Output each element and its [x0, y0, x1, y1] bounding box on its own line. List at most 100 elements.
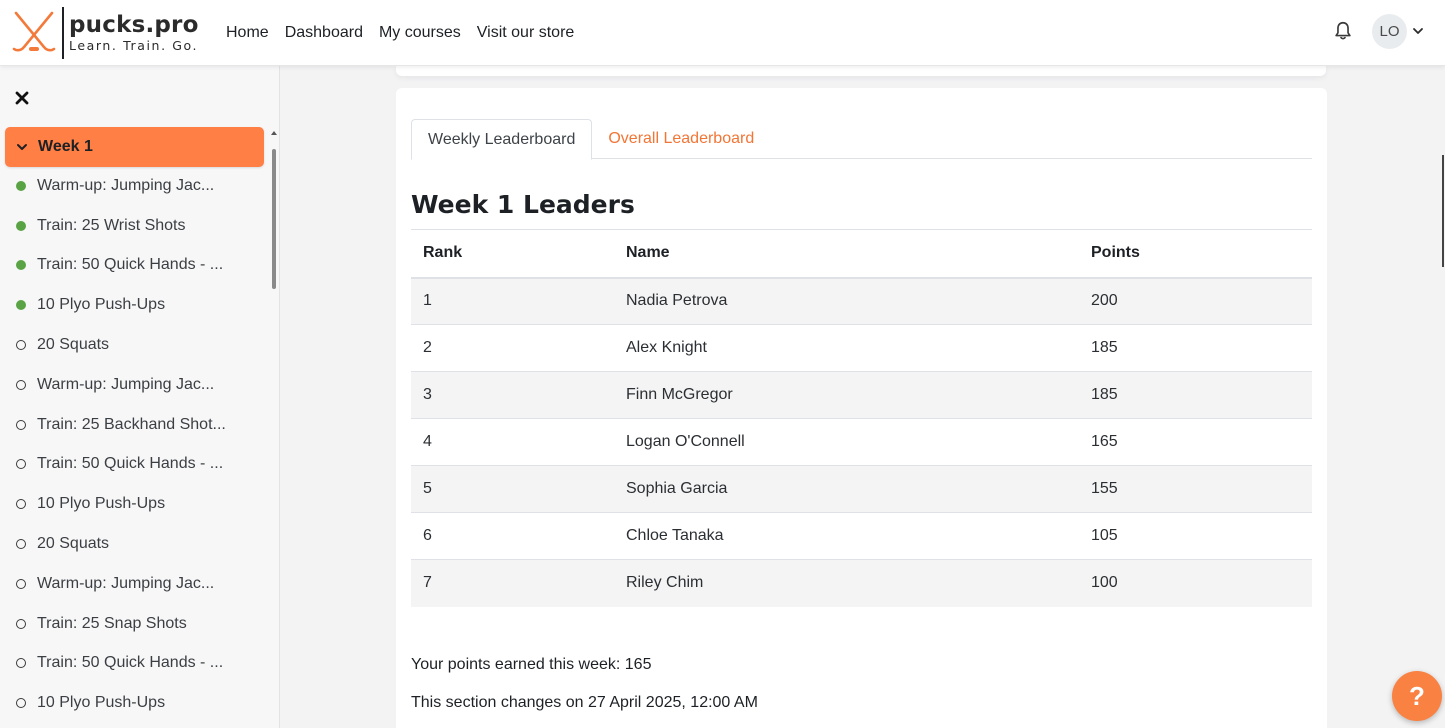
points-cell: 100 — [1079, 559, 1312, 607]
activity-item[interactable]: 10 Plyo Push-Ups — [0, 683, 268, 723]
points-cell: 105 — [1079, 512, 1312, 560]
leaderboard-card: Weekly Leaderboard Overall Leaderboard W… — [396, 88, 1327, 728]
section-changes-text: This section changes on 27 April 2025, 1… — [411, 694, 758, 711]
name-cell: Alex Knight — [614, 324, 1079, 372]
user-avatar[interactable]: LO — [1372, 14, 1407, 49]
nav-visit-store[interactable]: Visit our store — [469, 24, 583, 42]
table-row: 2 Alex Knight 185 — [411, 324, 1312, 372]
page-title: Week 1 Leaders — [411, 190, 635, 219]
activity-label: Warm-up: Jumping Jac... — [37, 176, 215, 194]
name-cell: Logan O'Connell — [614, 418, 1079, 466]
brand-tagline: Learn. Train. Go. — [69, 38, 199, 53]
incomplete-circle-icon — [16, 658, 26, 669]
completed-dot-icon — [16, 220, 26, 231]
rank-cell: 2 — [411, 324, 614, 372]
name-cell: Sophia Garcia — [614, 465, 1079, 513]
activity-label: Train: 25 Snap Shots — [37, 614, 187, 632]
course-index-drawer: Week 1 Warm-up: Jumping Jac... Train: 25… — [0, 66, 280, 728]
page-header-strip — [396, 66, 1326, 76]
table-row: 1 Nadia Petrova 200 — [411, 277, 1312, 325]
nav-home[interactable]: Home — [218, 24, 277, 42]
scroll-up-arrow-icon[interactable] — [270, 129, 278, 137]
activity-label: Train: 50 Quick Hands - ... — [37, 654, 224, 672]
points-cell: 200 — [1079, 277, 1312, 325]
activity-label: 20 Squats — [37, 336, 110, 354]
activity-item[interactable]: 20 Squats — [0, 325, 268, 365]
table-row: 6 Chloe Tanaka 105 — [411, 512, 1312, 560]
activity-label: Warm-up: Jumping Jac... — [37, 375, 215, 393]
completed-dot-icon — [16, 300, 26, 311]
points-earned-text: Your points earned this week: 165 — [411, 656, 652, 673]
incomplete-circle-icon — [16, 419, 26, 430]
activity-item[interactable]: 20 Squats — [0, 524, 268, 564]
activity-item[interactable]: Train: 25 Backhand Shot... — [0, 405, 268, 445]
nav-dashboard[interactable]: Dashboard — [277, 24, 371, 42]
activity-item[interactable]: Train: 50 Quick Hands - ... — [0, 246, 268, 286]
rank-cell: 7 — [411, 559, 614, 607]
activity-label: 10 Plyo Push-Ups — [37, 495, 166, 513]
primary-nav: Home Dashboard My courses Visit our stor… — [218, 0, 582, 66]
activity-label: Train: 50 Quick Hands - ... — [37, 455, 224, 473]
rank-cell: 3 — [411, 371, 614, 419]
brand-name: pucks.pro — [69, 12, 199, 38]
activity-item[interactable]: Train: 50 Quick Hands - ... — [0, 644, 268, 684]
points-cell: 155 — [1079, 465, 1312, 513]
close-icon[interactable] — [14, 90, 30, 106]
points-cell: 185 — [1079, 324, 1312, 372]
table-row: 5 Sophia Garcia 155 — [411, 465, 1312, 513]
activity-item[interactable]: Train: 25 Snap Shots — [0, 604, 268, 644]
table-row: 7 Riley Chim 100 — [411, 559, 1312, 607]
tab-overall-leaderboard[interactable]: Overall Leaderboard — [592, 119, 770, 159]
name-cell: Riley Chim — [614, 559, 1079, 607]
page-scrollbar-thumb[interactable] — [1442, 155, 1444, 267]
activity-list: Warm-up: Jumping Jac... Train: 25 Wrist … — [0, 166, 268, 723]
table-row: 4 Logan O'Connell 165 — [411, 418, 1312, 466]
incomplete-circle-icon — [16, 499, 26, 510]
incomplete-circle-icon — [16, 340, 26, 351]
incomplete-circle-icon — [16, 459, 26, 470]
completed-dot-icon — [16, 260, 26, 271]
activity-item[interactable]: 10 Plyo Push-Ups — [0, 285, 268, 325]
activity-item[interactable]: Warm-up: Jumping Jac... — [0, 365, 268, 405]
incomplete-circle-icon — [16, 379, 26, 390]
points-cell: 165 — [1079, 418, 1312, 466]
hockey-sticks-icon — [12, 11, 56, 52]
activity-item[interactable]: Warm-up: Jumping Jac... — [0, 564, 268, 604]
nav-my-courses[interactable]: My courses — [371, 24, 469, 42]
points-cell: 185 — [1079, 371, 1312, 419]
drawer-scrollbar-thumb[interactable] — [272, 149, 276, 289]
column-header-points: Points — [1079, 229, 1312, 279]
activity-item[interactable]: 10 Plyo Push-Ups — [0, 484, 268, 524]
help-button[interactable]: ? — [1392, 671, 1442, 721]
rank-cell: 6 — [411, 512, 614, 560]
notification-bell-icon[interactable] — [1332, 20, 1354, 42]
activity-label: 20 Squats — [37, 535, 110, 553]
activity-label: Train: 50 Quick Hands - ... — [37, 256, 224, 274]
activity-item[interactable]: Train: 25 Wrist Shots — [0, 206, 268, 246]
incomplete-circle-icon — [16, 539, 26, 550]
activity-label: Train: 25 Backhand Shot... — [37, 415, 226, 433]
table-row: 3 Finn McGregor 185 — [411, 371, 1312, 419]
rank-cell: 5 — [411, 465, 614, 513]
logo-text: pucks.pro Learn. Train. Go. — [69, 12, 199, 54]
table-header-row: Rank Name Points — [411, 229, 1312, 279]
activity-item[interactable]: Warm-up: Jumping Jac... — [0, 166, 268, 206]
chevron-down-icon[interactable] — [1412, 25, 1424, 37]
completed-dot-icon — [16, 180, 26, 191]
column-header-name: Name — [614, 229, 1079, 279]
activity-label: Warm-up: Jumping Jac... — [37, 574, 215, 592]
activity-label: Train: 25 Wrist Shots — [37, 216, 186, 234]
activity-label: 10 Plyo Push-Ups — [37, 296, 166, 314]
leaderboard-table: Rank Name Points 1 Nadia Petrova 200 2 A… — [411, 229, 1312, 607]
name-cell: Nadia Petrova — [614, 277, 1079, 325]
chevron-down-icon — [17, 144, 27, 150]
logo-divider — [62, 7, 64, 59]
section-week-1[interactable]: Week 1 — [5, 127, 264, 167]
activity-label: 10 Plyo Push-Ups — [37, 694, 166, 712]
tab-weekly-leaderboard[interactable]: Weekly Leaderboard — [411, 119, 593, 160]
name-cell: Finn McGregor — [614, 371, 1079, 419]
site-logo[interactable]: pucks.pro Learn. Train. Go. — [10, 6, 200, 60]
activity-item[interactable]: Train: 50 Quick Hands - ... — [0, 445, 268, 485]
rank-cell: 4 — [411, 418, 614, 466]
section-title: Week 1 — [38, 138, 93, 155]
